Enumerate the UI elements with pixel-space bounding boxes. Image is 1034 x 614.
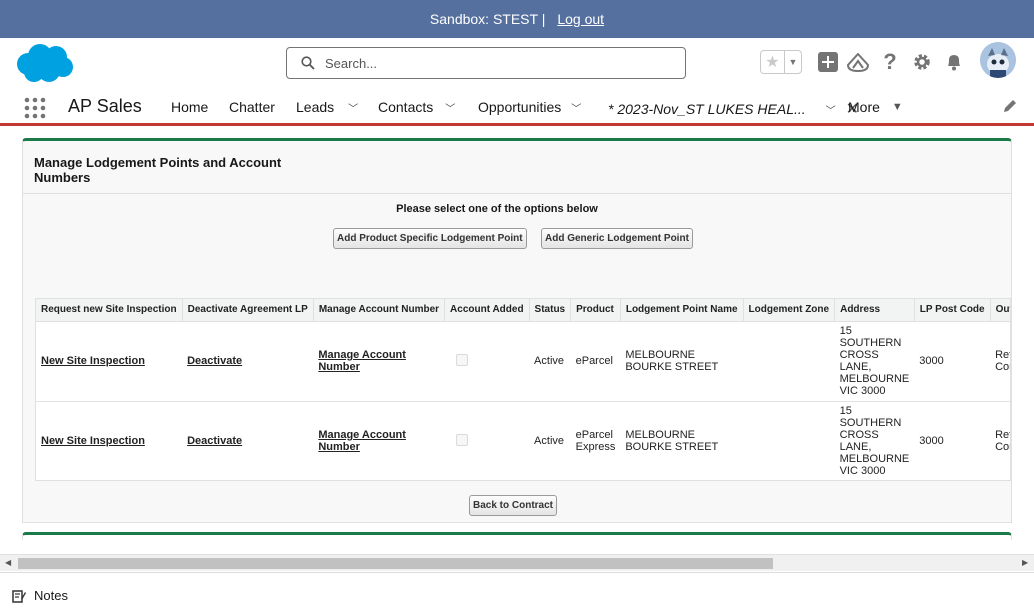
chevron-down-icon[interactable]: ﹀ [826,102,836,117]
chevron-down-icon[interactable]: ▼ [783,51,801,73]
app-name: AP Sales [68,96,142,116]
status-cell: Active [529,321,571,402]
column-header[interactable]: Outlet Type [990,299,1010,322]
post-code-cell: 3000 [914,401,991,480]
deactivate-link[interactable]: Deactivate [187,355,242,367]
nav-tab-label: Contacts [378,99,434,115]
lodgement-points-table: Request new Site Inspection Deactivate A… [35,298,1011,481]
add-icon[interactable] [817,51,839,73]
manage-account-number-link[interactable]: Manage Account Number [318,349,406,373]
chevron-down-icon[interactable]: ﹀ [445,100,455,115]
lp-name-cell: MELBOURNE BOURKE STREET [620,321,744,402]
table-header-row: Request new Site Inspection Deactivate A… [36,299,1010,322]
sandbox-bar: Sandbox: STEST | Log out [0,0,1034,38]
trailhead-icon[interactable] [847,52,869,74]
product-cell: eParcel [570,321,621,402]
column-header[interactable]: Manage Account Number [313,299,446,322]
nav-tab-label: Opportunities [478,99,562,115]
notes-label: Notes [34,588,68,603]
new-site-inspection-link[interactable]: New Site Inspection [41,355,145,367]
deactivate-link[interactable]: Deactivate [187,435,242,447]
avatar[interactable] [980,42,1016,78]
pencil-icon[interactable] [1002,98,1018,114]
star-icon[interactable]: ★ [761,51,784,73]
search-input[interactable] [325,55,665,71]
outlet-type-cell: Retail - Corp [990,321,1010,402]
zone-cell [743,401,835,480]
nav-tab-chatter[interactable]: Chatter [229,99,275,115]
column-header[interactable]: Lodgement Zone [743,299,836,322]
notes-icon [12,589,26,603]
logout-link[interactable]: Log out [557,11,604,27]
global-header: ★ ▼ ? [0,38,1034,88]
post-code-cell: 3000 [914,321,991,402]
chevron-down-icon[interactable]: ﹀ [348,100,358,115]
add-generic-lp-button[interactable]: Add Generic Lodgement Point [541,228,693,249]
column-header[interactable]: Account Added [444,299,530,322]
nav-more-label: More [848,99,880,115]
nav-tab-label: * 2023-Nov_ST LUKES HEAL... [608,101,806,117]
new-site-inspection-link[interactable]: New Site Inspection [41,435,145,447]
chevron-down-icon[interactable]: ﹀ [571,100,581,115]
account-added-checkbox[interactable] [455,353,468,366]
horizontal-scrollbar[interactable]: ◀ ▶ [0,554,1034,571]
address-cell: 15 SOUTHERN CROSS LANE, MELBOURNE VIC 30… [834,321,915,402]
sandbox-label: Sandbox: STEST | [429,11,546,27]
panel-title: Manage Lodgement Points and Account Numb… [34,155,282,185]
waffle-icon[interactable] [24,97,46,119]
utility-bar: Notes [0,572,1034,614]
search-icon [301,56,315,70]
scrollbar-thumb[interactable] [18,558,773,569]
app-navigation-bar: AP Sales Home Chatter Leads ﹀ Contacts ﹀ O… [0,88,1034,126]
column-header[interactable]: Deactivate Agreement LP [182,299,314,322]
status-cell: Active [529,401,571,480]
account-added-checkbox[interactable] [455,433,468,446]
manage-account-number-link[interactable]: Manage Account Number [318,429,406,453]
nav-tab-leads[interactable]: Leads ﹀ [296,99,358,115]
address-cell: 15 SOUTHERN CROSS LANE, MELBOURNE VIC 30… [834,401,915,480]
scroll-right-icon[interactable]: ▶ [1022,558,1028,567]
product-cell: eParcel Express [570,401,621,480]
column-header[interactable]: Address [834,299,915,322]
nav-tab-contract-record[interactable]: * 2023-Nov_ST LUKES HEAL... ﹀ ✕ [608,99,859,119]
next-panel-edge [22,532,1012,540]
instructions-text: Please select one of the options below [396,203,598,215]
nav-tab-label: Home [171,99,209,115]
gear-icon[interactable] [911,51,933,73]
column-header[interactable]: Request new Site Inspection [36,299,183,322]
help-icon[interactable]: ? [879,49,901,74]
add-product-specific-lp-button[interactable]: Add Product Specific Lodgement Point [333,228,527,249]
divider [23,193,1011,194]
global-search[interactable] [286,47,686,79]
favorites-button-group[interactable]: ★ ▼ [760,50,802,74]
zone-cell [743,321,835,402]
outlet-type-cell: Retail - Corp [990,401,1010,480]
nav-more-menu[interactable]: More ▼ [848,99,903,115]
column-header[interactable]: Lodgement Point Name [620,299,744,322]
nav-tab-home[interactable]: Home [171,99,208,115]
table-row: New Site Inspection Deactivate Manage Ac… [36,321,1010,402]
salesforce-logo[interactable] [14,42,74,84]
chevron-down-icon: ▼ [891,101,903,113]
table-row: New Site Inspection Deactivate Manage Ac… [36,401,1010,480]
nav-tab-contacts[interactable]: Contacts ﹀ [378,99,455,115]
scroll-left-icon[interactable]: ◀ [5,558,11,567]
column-header[interactable]: Status [529,299,572,322]
nav-tab-label: Chatter [229,99,275,115]
nav-tab-opportunities[interactable]: Opportunities ﹀ [478,99,581,115]
column-header[interactable]: Product [570,299,621,322]
lodgement-panel: Manage Lodgement Points and Account Numb… [22,138,1012,523]
nav-tab-label: Leads [296,99,335,115]
lp-name-cell: MELBOURNE BOURKE STREET [620,401,744,480]
bell-icon[interactable] [943,51,965,73]
back-to-contract-button[interactable]: Back to Contract [469,495,558,516]
notes-utility-item[interactable]: Notes [12,588,68,603]
column-header[interactable]: LP Post Code [914,299,991,322]
